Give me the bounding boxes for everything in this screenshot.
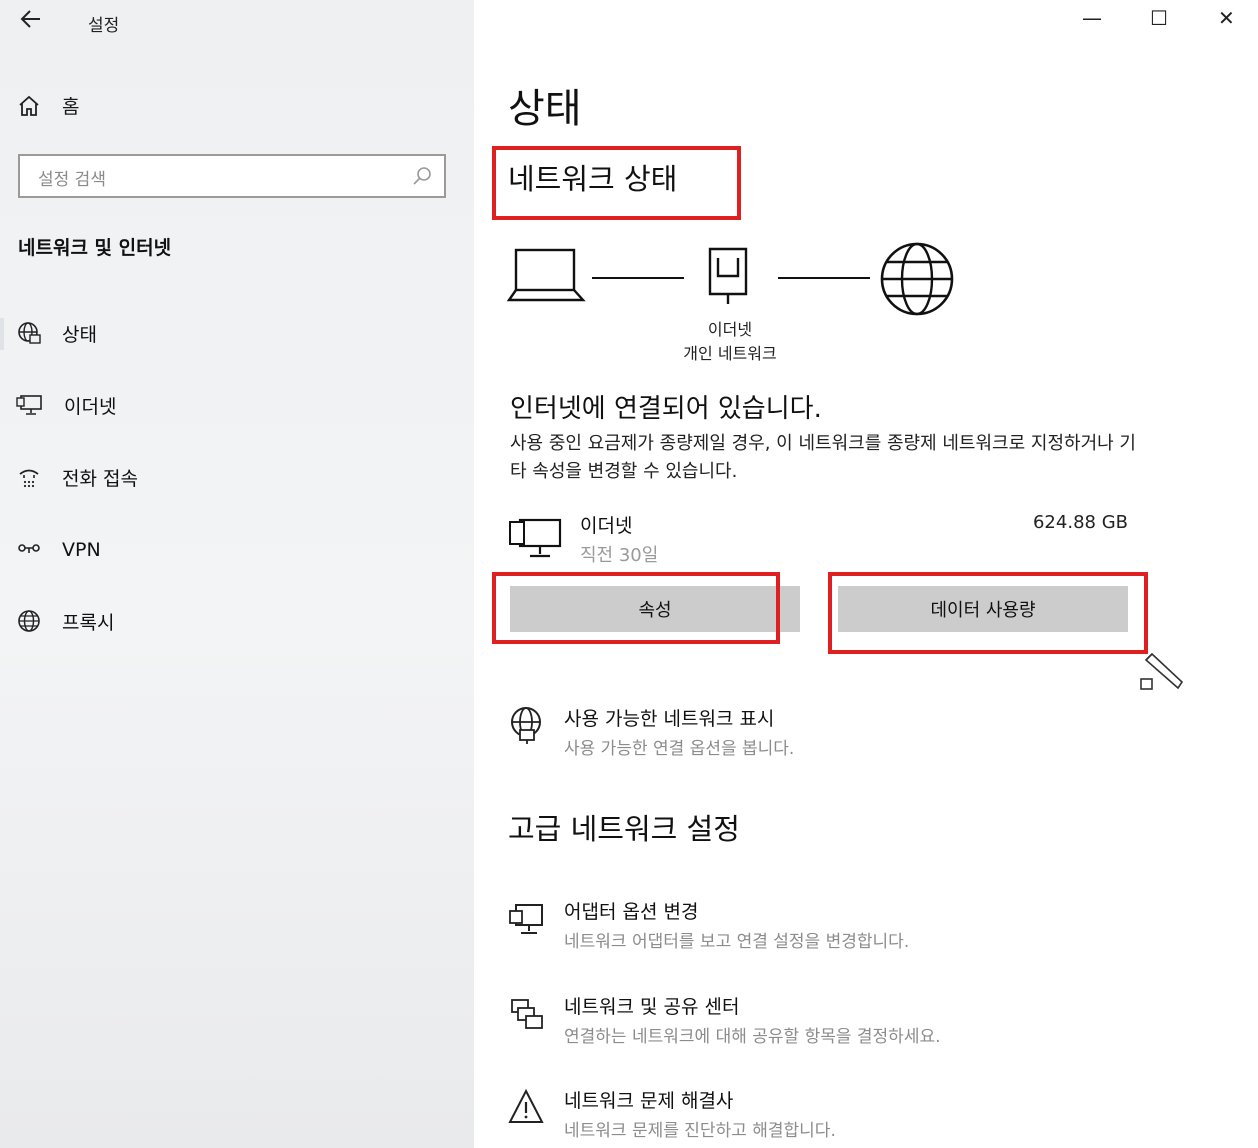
connection-title: 인터넷에 연결되어 있습니다. [510, 394, 822, 424]
maximize-button[interactable]: ☐ [1150, 6, 1168, 30]
ethernet-pc-icon [509, 518, 562, 558]
search-input[interactable]: 설정 검색 [18, 154, 446, 198]
ethernet-adapter-icon [708, 247, 748, 304]
sidebar-item-label: 프록시 [62, 611, 115, 634]
adv-item-desc: 네트워크 문제를 진단하고 해결합니다. [564, 1121, 836, 1141]
connection-description: 사용 중인 요금제가 종량제일 경우, 이 네트워크를 종량제 네트워크로 지정… [510, 433, 1136, 482]
diagram-adapter-label: 이더넷 [707, 320, 753, 339]
close-button[interactable]: ✕ [1218, 6, 1235, 30]
adv-item-desc: 연결하는 네트워크에 대해 공유할 항목을 결정하세요. [564, 1027, 941, 1047]
adv-item-title: 네트워크 및 공유 센터 [564, 996, 740, 1018]
network-globe-icon [511, 707, 541, 744]
sidebar-item-label: 이더넷 [64, 395, 117, 418]
section-title: 네트워크 및 인터넷 [18, 237, 172, 259]
proxy-globe-icon [18, 610, 40, 632]
sidebar-item-vpn[interactable]: VPN [16, 535, 101, 565]
ethernet-usage: 624.88 GB [1032, 512, 1128, 533]
adv-item-title: 어댑터 옵션 변경 [564, 901, 699, 923]
adapter-icon [509, 904, 543, 934]
search-placeholder: 설정 검색 [38, 170, 106, 190]
sidebar-item-ethernet[interactable]: 이더넷 [16, 390, 116, 420]
sharing-center-icon [511, 999, 543, 1029]
dialup-icon [19, 469, 39, 488]
sidebar-item-label: VPN [62, 539, 101, 561]
connection-line [778, 277, 870, 279]
ethernet-period: 직전 30일 [580, 545, 659, 566]
adv-item-desc: 네트워크 어댑터를 보고 연결 설정을 변경합니다. [564, 932, 910, 952]
highlight-box-data-usage [828, 572, 1148, 654]
nav-home[interactable]: 홈 [16, 92, 79, 119]
status-globe-icon [18, 322, 41, 344]
sidebar: 설정 홈 설정 검색 네트워크 및 인터넷 상태 이더넷 전화 접속 VPN 프… [0, 0, 474, 1148]
internet-globe-icon [880, 242, 954, 316]
search-icon [413, 167, 431, 185]
ethernet-icon [16, 395, 42, 415]
vpn-icon [18, 544, 40, 553]
sidebar-item-status[interactable]: 상태 [16, 318, 97, 348]
show-networks-desc: 사용 가능한 연결 옵션을 봅니다. [564, 739, 795, 759]
laptop-icon [506, 248, 586, 302]
warning-icon [508, 1088, 544, 1123]
sidebar-item-label: 전화 접속 [62, 467, 138, 490]
highlight-box-properties [492, 572, 780, 644]
sidebar-item-dialup[interactable]: 전화 접속 [16, 462, 138, 492]
show-networks-title: 사용 가능한 네트워크 표시 [564, 708, 775, 730]
diagram-network-label: 개인 네트워크 [683, 344, 777, 363]
ethernet-name: 이더넷 [580, 515, 633, 537]
advanced-heading: 고급 네트워크 설정 [508, 812, 740, 846]
network-status-heading: 네트워크 상태 [508, 162, 678, 196]
back-arrow-icon[interactable] [18, 6, 44, 38]
connection-line [592, 277, 684, 279]
page-title: 상태 [508, 86, 582, 132]
pen-cursor-icon [1140, 652, 1184, 690]
adv-item-title: 네트워크 문제 해결사 [564, 1090, 734, 1112]
sidebar-item-label: 상태 [62, 323, 97, 346]
home-icon [19, 95, 39, 116]
sidebar-item-proxy[interactable]: 프록시 [16, 606, 114, 636]
nav-home-label: 홈 [62, 96, 80, 118]
active-indicator [0, 318, 4, 350]
minimize-button[interactable]: — [1082, 6, 1102, 30]
window-title: 설정 [88, 16, 120, 36]
